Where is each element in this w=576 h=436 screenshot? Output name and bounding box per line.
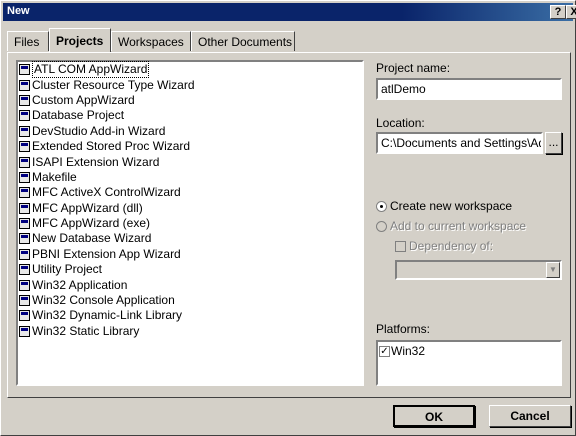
tab-other-documents[interactable]: Other Documents: [191, 31, 295, 51]
create-new-workspace-radio[interactable]: [376, 201, 387, 212]
list-item-label: Win32 Static Library: [32, 323, 140, 338]
project-type-icon: [19, 279, 30, 291]
tab-workspaces[interactable]: Workspaces: [111, 31, 191, 51]
project-type-icon: [19, 79, 30, 91]
chevron-down-icon: ▼: [546, 262, 560, 278]
list-item-label: Win32 Dynamic-Link Library: [32, 308, 183, 323]
close-button[interactable]: X: [566, 5, 576, 19]
list-item[interactable]: Win32 Console Application: [18, 293, 362, 308]
list-item[interactable]: Cluster Resource Type Wizard: [18, 77, 362, 92]
list-item-label: MFC AppWizard (dll): [32, 200, 143, 215]
platforms-list[interactable]: ✓ Win32: [376, 340, 562, 386]
project-type-icon: [19, 187, 30, 199]
list-item[interactable]: Custom AppWizard: [18, 93, 362, 108]
project-type-icon: [19, 325, 30, 337]
project-type-icon: [19, 94, 30, 106]
add-to-current-workspace-radio: [376, 221, 387, 232]
list-item[interactable]: PBNI Extension App Wizard: [18, 247, 362, 262]
project-type-icon: [19, 64, 30, 76]
list-item-label: Custom AppWizard: [32, 92, 135, 107]
list-item-label: Win32 Application: [32, 277, 128, 292]
location-label: Location:: [376, 116, 425, 130]
dependency-combo: ▼: [395, 260, 562, 280]
project-type-icon: [19, 218, 30, 230]
list-item[interactable]: Makefile: [18, 170, 362, 185]
window-title: New: [7, 5, 30, 17]
tab-files[interactable]: Files: [7, 31, 49, 51]
project-type-icon: [19, 110, 30, 122]
project-name-input[interactable]: atlDemo: [376, 78, 562, 100]
project-name-label: Project name:: [376, 61, 451, 75]
help-button[interactable]: ?: [550, 5, 566, 19]
platform-label: Win32: [391, 344, 426, 358]
list-item[interactable]: MFC ActiveX ControlWizard: [18, 185, 362, 200]
project-type-list[interactable]: ATL COM AppWizard Cluster Resource Type W…: [16, 60, 364, 386]
check-icon[interactable]: ✓: [379, 345, 390, 357]
create-new-workspace-label: Create new workspace: [390, 199, 513, 213]
dependency-checkbox: [395, 241, 406, 252]
list-item[interactable]: MFC AppWizard (exe): [18, 216, 362, 231]
list-item[interactable]: Database Project: [18, 108, 362, 123]
project-type-icon: [19, 141, 30, 153]
project-type-icon: [19, 125, 30, 137]
title-bar[interactable]: New ? X: [3, 3, 576, 21]
list-item[interactable]: Extended Stored Proc Wizard: [18, 139, 362, 154]
list-item-label: MFC ActiveX ControlWizard: [32, 185, 181, 200]
platforms-label: Platforms:: [376, 322, 431, 336]
list-item[interactable]: DevStudio Add-in Wizard: [18, 124, 362, 139]
list-item-label: Makefile: [32, 169, 77, 184]
project-type-icon: [19, 233, 30, 245]
list-item-label: MFC AppWizard (exe): [32, 216, 151, 231]
list-item[interactable]: New Database Wizard: [18, 231, 362, 246]
list-item-label: Database Project: [32, 108, 125, 123]
list-item[interactable]: Win32 Dynamic-Link Library: [18, 308, 362, 323]
tab-projects[interactable]: Projects: [49, 28, 111, 52]
list-item[interactable]: Win32 Application: [18, 277, 362, 292]
project-type-icon: [19, 264, 30, 276]
project-type-icon: [19, 295, 30, 307]
list-item[interactable]: ISAPI Extension Wizard: [18, 154, 362, 169]
platform-item[interactable]: ✓ Win32: [379, 344, 425, 358]
location-input[interactable]: C:\Documents and Settings\Adm: [376, 132, 543, 154]
list-item-label: Win32 Console Application: [32, 293, 175, 308]
list-item-label: New Database Wizard: [32, 231, 152, 246]
project-type-icon: [19, 202, 30, 214]
list-item[interactable]: Win32 Static Library: [18, 324, 362, 339]
add-to-current-workspace-label: Add to current workspace: [390, 219, 527, 233]
list-item-label: ATL COM AppWizard: [32, 61, 150, 79]
ok-button[interactable]: OK: [393, 405, 475, 427]
list-item[interactable]: ATL COM AppWizard: [18, 61, 362, 79]
project-type-icon: [19, 248, 30, 260]
dependency-of-label: Dependency of:: [409, 239, 494, 253]
list-item-label: ISAPI Extension Wizard: [32, 154, 160, 169]
project-type-icon: [19, 156, 30, 168]
cancel-button[interactable]: Cancel: [489, 405, 571, 427]
list-item-label: Cluster Resource Type Wizard: [32, 77, 195, 92]
browse-button[interactable]: ...: [545, 132, 562, 154]
list-item-label: PBNI Extension App Wizard: [32, 246, 181, 261]
list-item[interactable]: Utility Project: [18, 262, 362, 277]
list-item-label: Utility Project: [32, 262, 103, 277]
project-type-icon: [19, 310, 30, 322]
list-item-label: Extended Stored Proc Wizard: [32, 139, 191, 154]
new-dialog: New ? X Files Projects Workspaces Other …: [0, 0, 576, 436]
list-item-label: DevStudio Add-in Wizard: [32, 123, 166, 138]
project-type-icon: [19, 171, 30, 183]
list-item[interactable]: MFC AppWizard (dll): [18, 201, 362, 216]
